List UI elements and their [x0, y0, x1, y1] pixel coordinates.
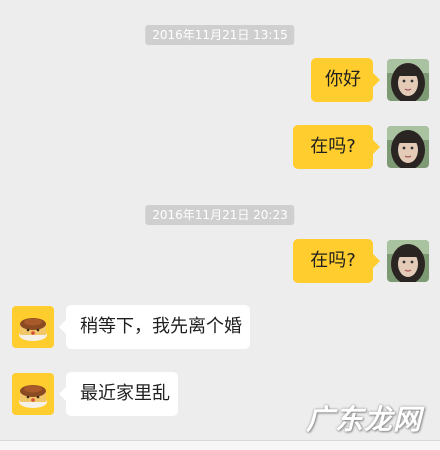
- timestamp: 2016年11月21日 13:15: [145, 25, 295, 45]
- incoming-message-bubble[interactable]: 最近家里乱: [59, 372, 178, 416]
- outgoing-message-bubble[interactable]: 在吗?: [293, 125, 380, 169]
- outgoing-message-bubble[interactable]: 在吗?: [293, 239, 380, 283]
- self-avatar-icon[interactable]: [387, 240, 429, 282]
- timestamp: 2016年11月21日 20:23: [145, 205, 295, 225]
- chat-area[interactable]: 2016年11月21日 13:15 你好 在吗? 2016年11月21日 20:…: [0, 0, 440, 450]
- outgoing-message-bubble[interactable]: 你好: [311, 58, 380, 102]
- incoming-message-bubble[interactable]: 稍等下，我先离个婚: [59, 305, 250, 349]
- self-avatar-icon[interactable]: [387, 59, 429, 101]
- watermark-text: 广东龙网: [306, 403, 423, 436]
- contact-avatar-icon[interactable]: [12, 306, 54, 348]
- self-avatar-icon[interactable]: [387, 126, 429, 168]
- contact-avatar-icon[interactable]: [12, 373, 54, 415]
